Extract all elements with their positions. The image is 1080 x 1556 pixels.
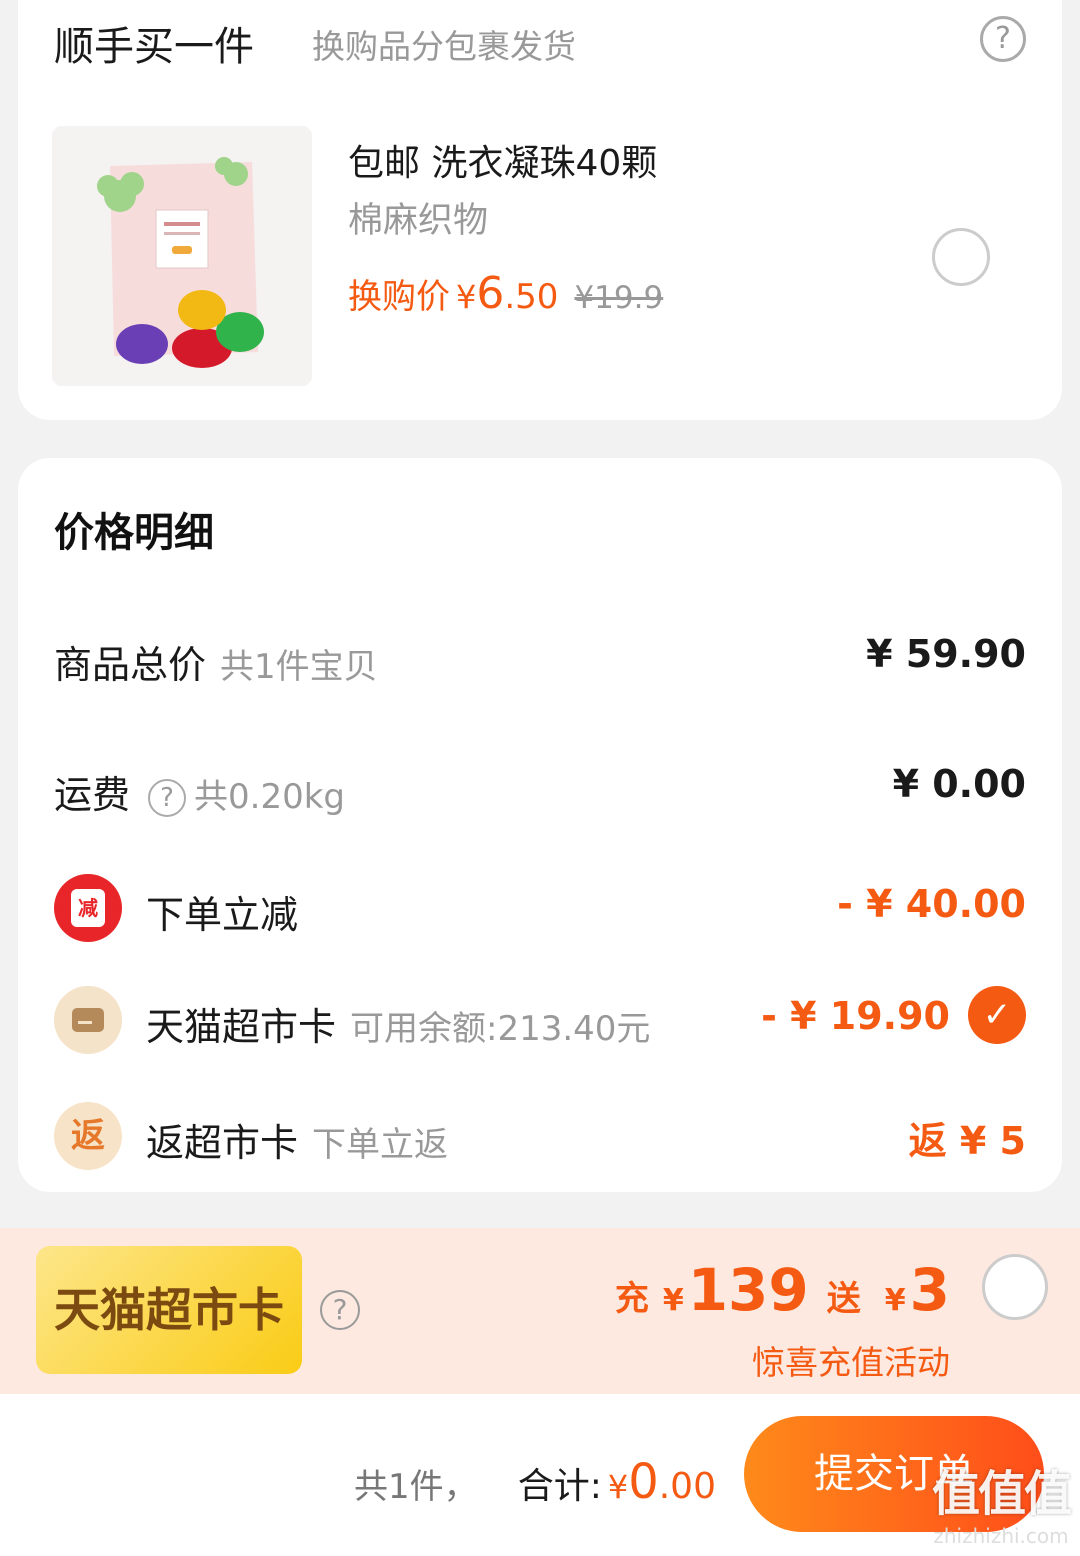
order-total: 共1件， 合计: ¥0.00 — [354, 1454, 716, 1510]
price-label: 换购价 — [348, 277, 450, 317]
original-price: ¥19.9 — [574, 280, 664, 316]
product-name[interactable]: 包邮 洗衣凝珠40颗 — [348, 134, 657, 186]
recharge-promo-banner[interactable]: 天猫超市卡 ? 充 ¥139 送 ¥3 惊喜充值活动 — [0, 1228, 1080, 1394]
addon-subtitle: 换购品分包裹发货 — [312, 27, 576, 66]
cashback-value: 返 ¥ 5 — [908, 1119, 1026, 1163]
card-icon — [54, 986, 122, 1054]
cashback-label: 返超市卡 — [146, 1121, 299, 1165]
discount-icon: 减 — [54, 874, 122, 942]
watermark: 值值值 zhizhizhi.com — [931, 1466, 1072, 1548]
cashback-sub: 下单立返 — [312, 1125, 449, 1165]
product-thumbnail[interactable] — [52, 126, 312, 386]
shipping-help-icon[interactable]: ? — [148, 778, 187, 817]
shipping-weight: 共0.20kg — [194, 777, 345, 817]
row-shipping: 运费? 共0.20kg ¥ 0.00 — [54, 758, 1026, 818]
row-tmall-card[interactable]: 天猫超市卡 可用余额:213.40元 - ¥ 19.90 ✓ — [54, 986, 1026, 1054]
gift-amount: 3 — [909, 1256, 950, 1324]
price-decimal: .50 — [504, 277, 559, 317]
price-integer: 6 — [476, 268, 505, 319]
checkmark-icon[interactable]: ✓ — [968, 986, 1026, 1044]
price-detail-title: 价格明细 — [54, 510, 214, 556]
goods-total-label: 商品总价 — [54, 643, 207, 687]
shipping-value: ¥ 0.00 — [892, 762, 1026, 806]
row-cashback-card: 返 返超市卡 下单立返 返 ¥ 5 — [54, 1102, 1026, 1170]
card-balance: 可用余额:213.40元 — [350, 1009, 651, 1049]
total-integer: 0 — [628, 1454, 659, 1510]
price-currency: ¥ — [456, 278, 477, 316]
item-count: 共1件， — [354, 1467, 478, 1507]
row-goods-total: 商品总价 共1件宝贝 ¥ 59.90 — [54, 628, 1026, 688]
help-icon[interactable]: ? — [980, 16, 1026, 62]
charge-amount: 139 — [687, 1256, 809, 1324]
goods-total-value: ¥ 59.90 — [866, 632, 1026, 676]
tmall-card-value: - ¥ 19.90 — [761, 994, 950, 1038]
promo-help-icon[interactable]: ? — [320, 1290, 360, 1330]
instant-discount-label: 下单立减 — [146, 893, 299, 937]
cashback-icon: 返 — [54, 1102, 122, 1170]
product-price: 换购价 ¥6.50 ¥19.9 — [348, 268, 663, 319]
instant-discount-value: - ¥ 40.00 — [837, 882, 1026, 926]
promo-subtitle: 惊喜充值活动 — [752, 1343, 950, 1382]
tmall-card-badge: 天猫超市卡 — [36, 1246, 302, 1374]
total-decimal: .00 — [658, 1466, 716, 1507]
addon-card: 顺手买一件 换购品分包裹发货 ? 包邮 洗衣凝珠40颗 棉麻织物 换购价 ¥6.5… — [18, 0, 1062, 420]
price-detail-card: 价格明细 商品总价 共1件宝贝 ¥ 59.90 运费? 共0.20kg ¥ 0.00… — [18, 458, 1062, 1192]
goods-count: 共1件宝贝 — [220, 647, 378, 687]
promo-select-radio[interactable] — [982, 1254, 1048, 1320]
shipping-label: 运费 — [54, 773, 131, 817]
row-instant-discount: 减 下单立减 - ¥ 40.00 — [54, 874, 1026, 942]
recharge-offer: 充 ¥139 送 ¥3 — [614, 1256, 950, 1324]
detergent-pods-image — [52, 126, 312, 386]
checkout-bar: 共1件， 合计: ¥0.00 提交订单 值值值 zhizhizhi.com — [0, 1394, 1080, 1556]
addon-select-radio[interactable] — [932, 228, 990, 286]
addon-title: 顺手买一件 — [54, 24, 254, 70]
tmall-card-label: 天猫超市卡 — [146, 1005, 337, 1049]
product-category: 棉麻织物 — [348, 201, 489, 241]
total-label: 合计: — [517, 1466, 602, 1507]
